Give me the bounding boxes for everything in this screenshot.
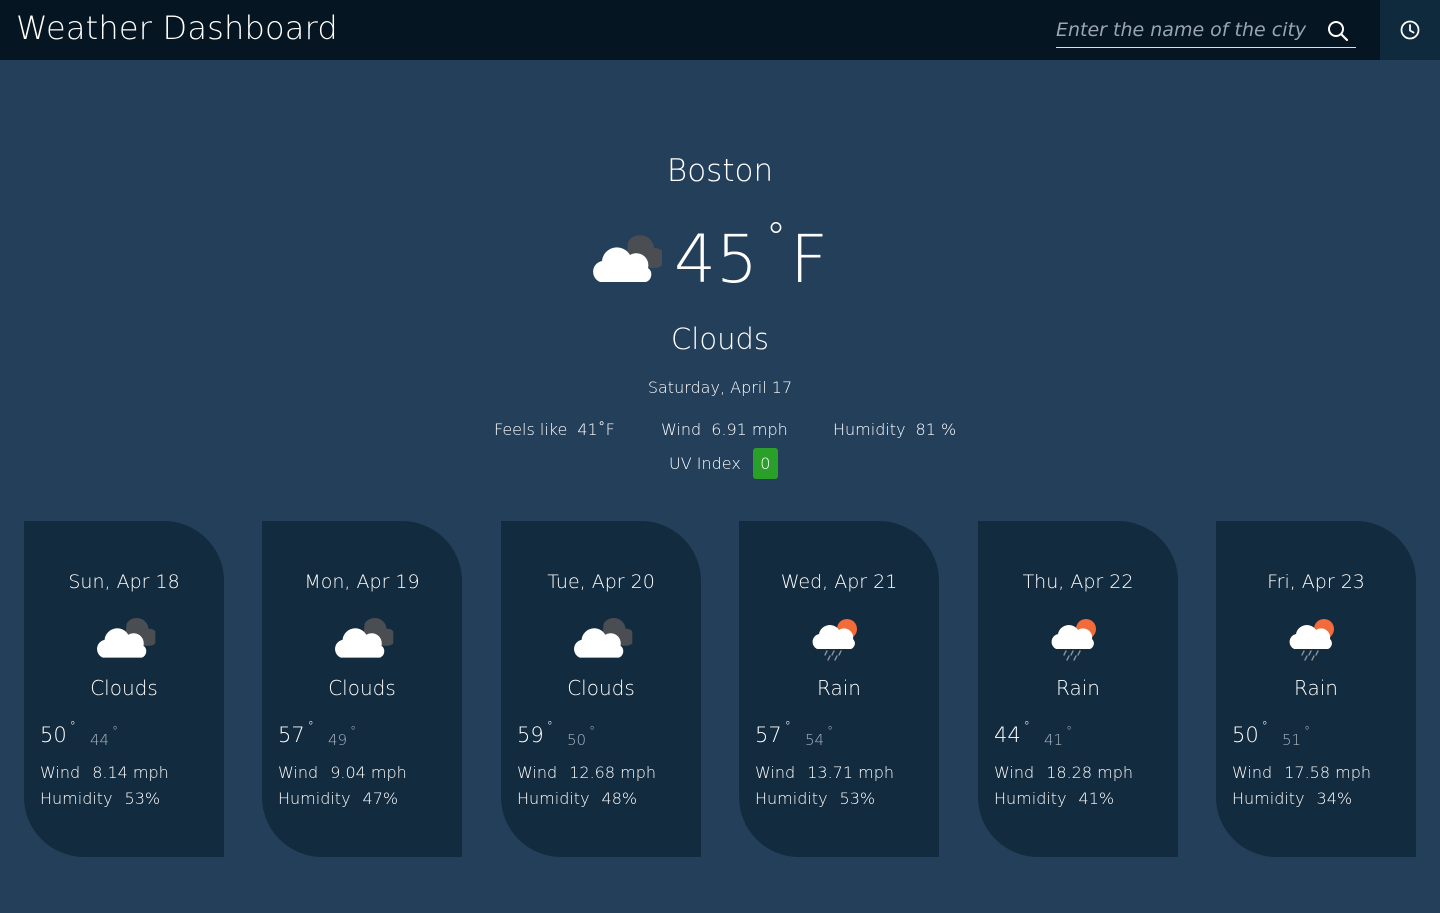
forecast-low: 51 ° xyxy=(1282,724,1311,749)
feels-like-label: Feels like xyxy=(494,420,568,439)
forecast-humidity: Humidity 53% xyxy=(40,789,161,808)
forecast-wind: Wind 17.58 mph xyxy=(1232,763,1371,782)
forecast-date: Thu, Apr 22 xyxy=(1022,571,1134,593)
forecast-low: 50 ° xyxy=(567,724,596,749)
uv-index-badge: 0 xyxy=(752,448,778,479)
search-button[interactable] xyxy=(1324,17,1352,45)
forecast-high: 50 ° xyxy=(1232,719,1268,747)
clock-icon xyxy=(1400,20,1420,40)
humidity-stat: Humidity 81 % xyxy=(833,420,956,439)
current-temperature-row: 45 ° F xyxy=(588,215,828,300)
forecast-condition: Rain xyxy=(1294,676,1338,700)
history-button[interactable] xyxy=(1380,0,1440,60)
forecast-card: Sun, Apr 18 Clouds 50 ° 44 ° Wind 8.14 mph … xyxy=(24,521,224,857)
temperature-unit: F xyxy=(789,221,828,298)
forecast-date: Wed, Apr 21 xyxy=(780,571,898,593)
app-title: Weather Dashboard xyxy=(16,9,338,47)
forecast-high: 59 ° xyxy=(517,719,553,747)
city-name: Boston xyxy=(666,153,774,189)
forecast-low: 41 ° xyxy=(1044,724,1073,749)
clouds-icon xyxy=(588,234,662,286)
wind-value: 6.91 mph xyxy=(711,420,788,439)
clouds-icon xyxy=(330,617,394,661)
uv-index-label: UV Index xyxy=(669,454,741,473)
forecast-low: 54 ° xyxy=(805,724,834,749)
clouds-icon xyxy=(92,617,156,661)
uv-index-stat: UV Index 0 xyxy=(669,448,778,479)
forecast-wind: Wind 13.71 mph xyxy=(755,763,894,782)
top-bar: Weather Dashboard xyxy=(0,0,1440,60)
forecast-high: 44 ° xyxy=(994,719,1030,747)
forecast-wind: Wind 9.04 mph xyxy=(278,763,407,782)
forecast-date: Tue, Apr 20 xyxy=(547,571,655,593)
forecast-date: Mon, Apr 19 xyxy=(304,571,420,593)
forecast-humidity: Humidity 53% xyxy=(755,789,876,808)
rain-icon xyxy=(807,617,871,661)
current-condition: Clouds xyxy=(671,322,769,356)
search-box xyxy=(1056,14,1356,48)
forecast-condition: Clouds xyxy=(328,676,396,700)
forecast-card: Tue, Apr 20 Clouds 59 ° 50 ° Wind 12.68 mph… xyxy=(501,521,701,857)
forecast-card: Thu, Apr 22 Rain 44 ° 41 ° Wind 18.28 mph H… xyxy=(978,521,1178,857)
forecast-high: 57 ° xyxy=(278,719,314,747)
forecast-condition: Clouds xyxy=(567,676,635,700)
forecast-card: Wed, Apr 21 Rain 57 ° 54 ° Wind 13.71 mph H… xyxy=(739,521,939,857)
humidity-label: Humidity xyxy=(833,420,906,439)
city-search-input[interactable] xyxy=(1056,14,1318,46)
feels-like-value: 41˚F xyxy=(577,420,615,439)
forecast-date: Sun, Apr 18 xyxy=(68,571,180,593)
forecast-high: 50 ° xyxy=(40,719,76,747)
forecast-humidity: Humidity 41% xyxy=(994,789,1115,808)
forecast-humidity: Humidity 48% xyxy=(517,789,638,808)
forecast-card: Mon, Apr 19 Clouds 57 ° 49 ° Wind 9.04 mph … xyxy=(262,521,462,857)
humidity-value: 81 % xyxy=(915,420,957,439)
feels-like-stat: Feels like 41˚F xyxy=(494,420,615,439)
forecast-humidity: Humidity 34% xyxy=(1232,789,1353,808)
forecast-condition: Rain xyxy=(817,676,861,700)
forecast-humidity: Humidity 47% xyxy=(278,789,399,808)
degree-symbol: ° xyxy=(765,215,786,261)
wind-stat: Wind 6.91 mph xyxy=(661,420,788,439)
search-icon xyxy=(1328,21,1349,42)
forecast-high: 57 ° xyxy=(755,719,791,747)
clouds-icon xyxy=(569,617,633,661)
rain-icon xyxy=(1284,617,1348,661)
forecast-low: 44 ° xyxy=(90,724,119,749)
forecast-low: 49 ° xyxy=(328,724,357,749)
forecast-wind: Wind 18.28 mph xyxy=(994,763,1133,782)
wind-label: Wind xyxy=(661,420,702,439)
forecast-card: Fri, Apr 23 Rain 50 ° 51 ° Wind 17.58 mph H… xyxy=(1216,521,1416,857)
forecast-condition: Clouds xyxy=(90,676,158,700)
forecast-date: Fri, Apr 23 xyxy=(1267,571,1365,593)
current-temperature: 45 xyxy=(674,221,758,298)
forecast-wind: Wind 8.14 mph xyxy=(40,763,169,782)
current-date: Saturday, April 17 xyxy=(647,378,793,397)
forecast-wind: Wind 12.68 mph xyxy=(517,763,656,782)
rain-icon xyxy=(1046,617,1110,661)
forecast-condition: Rain xyxy=(1056,676,1100,700)
